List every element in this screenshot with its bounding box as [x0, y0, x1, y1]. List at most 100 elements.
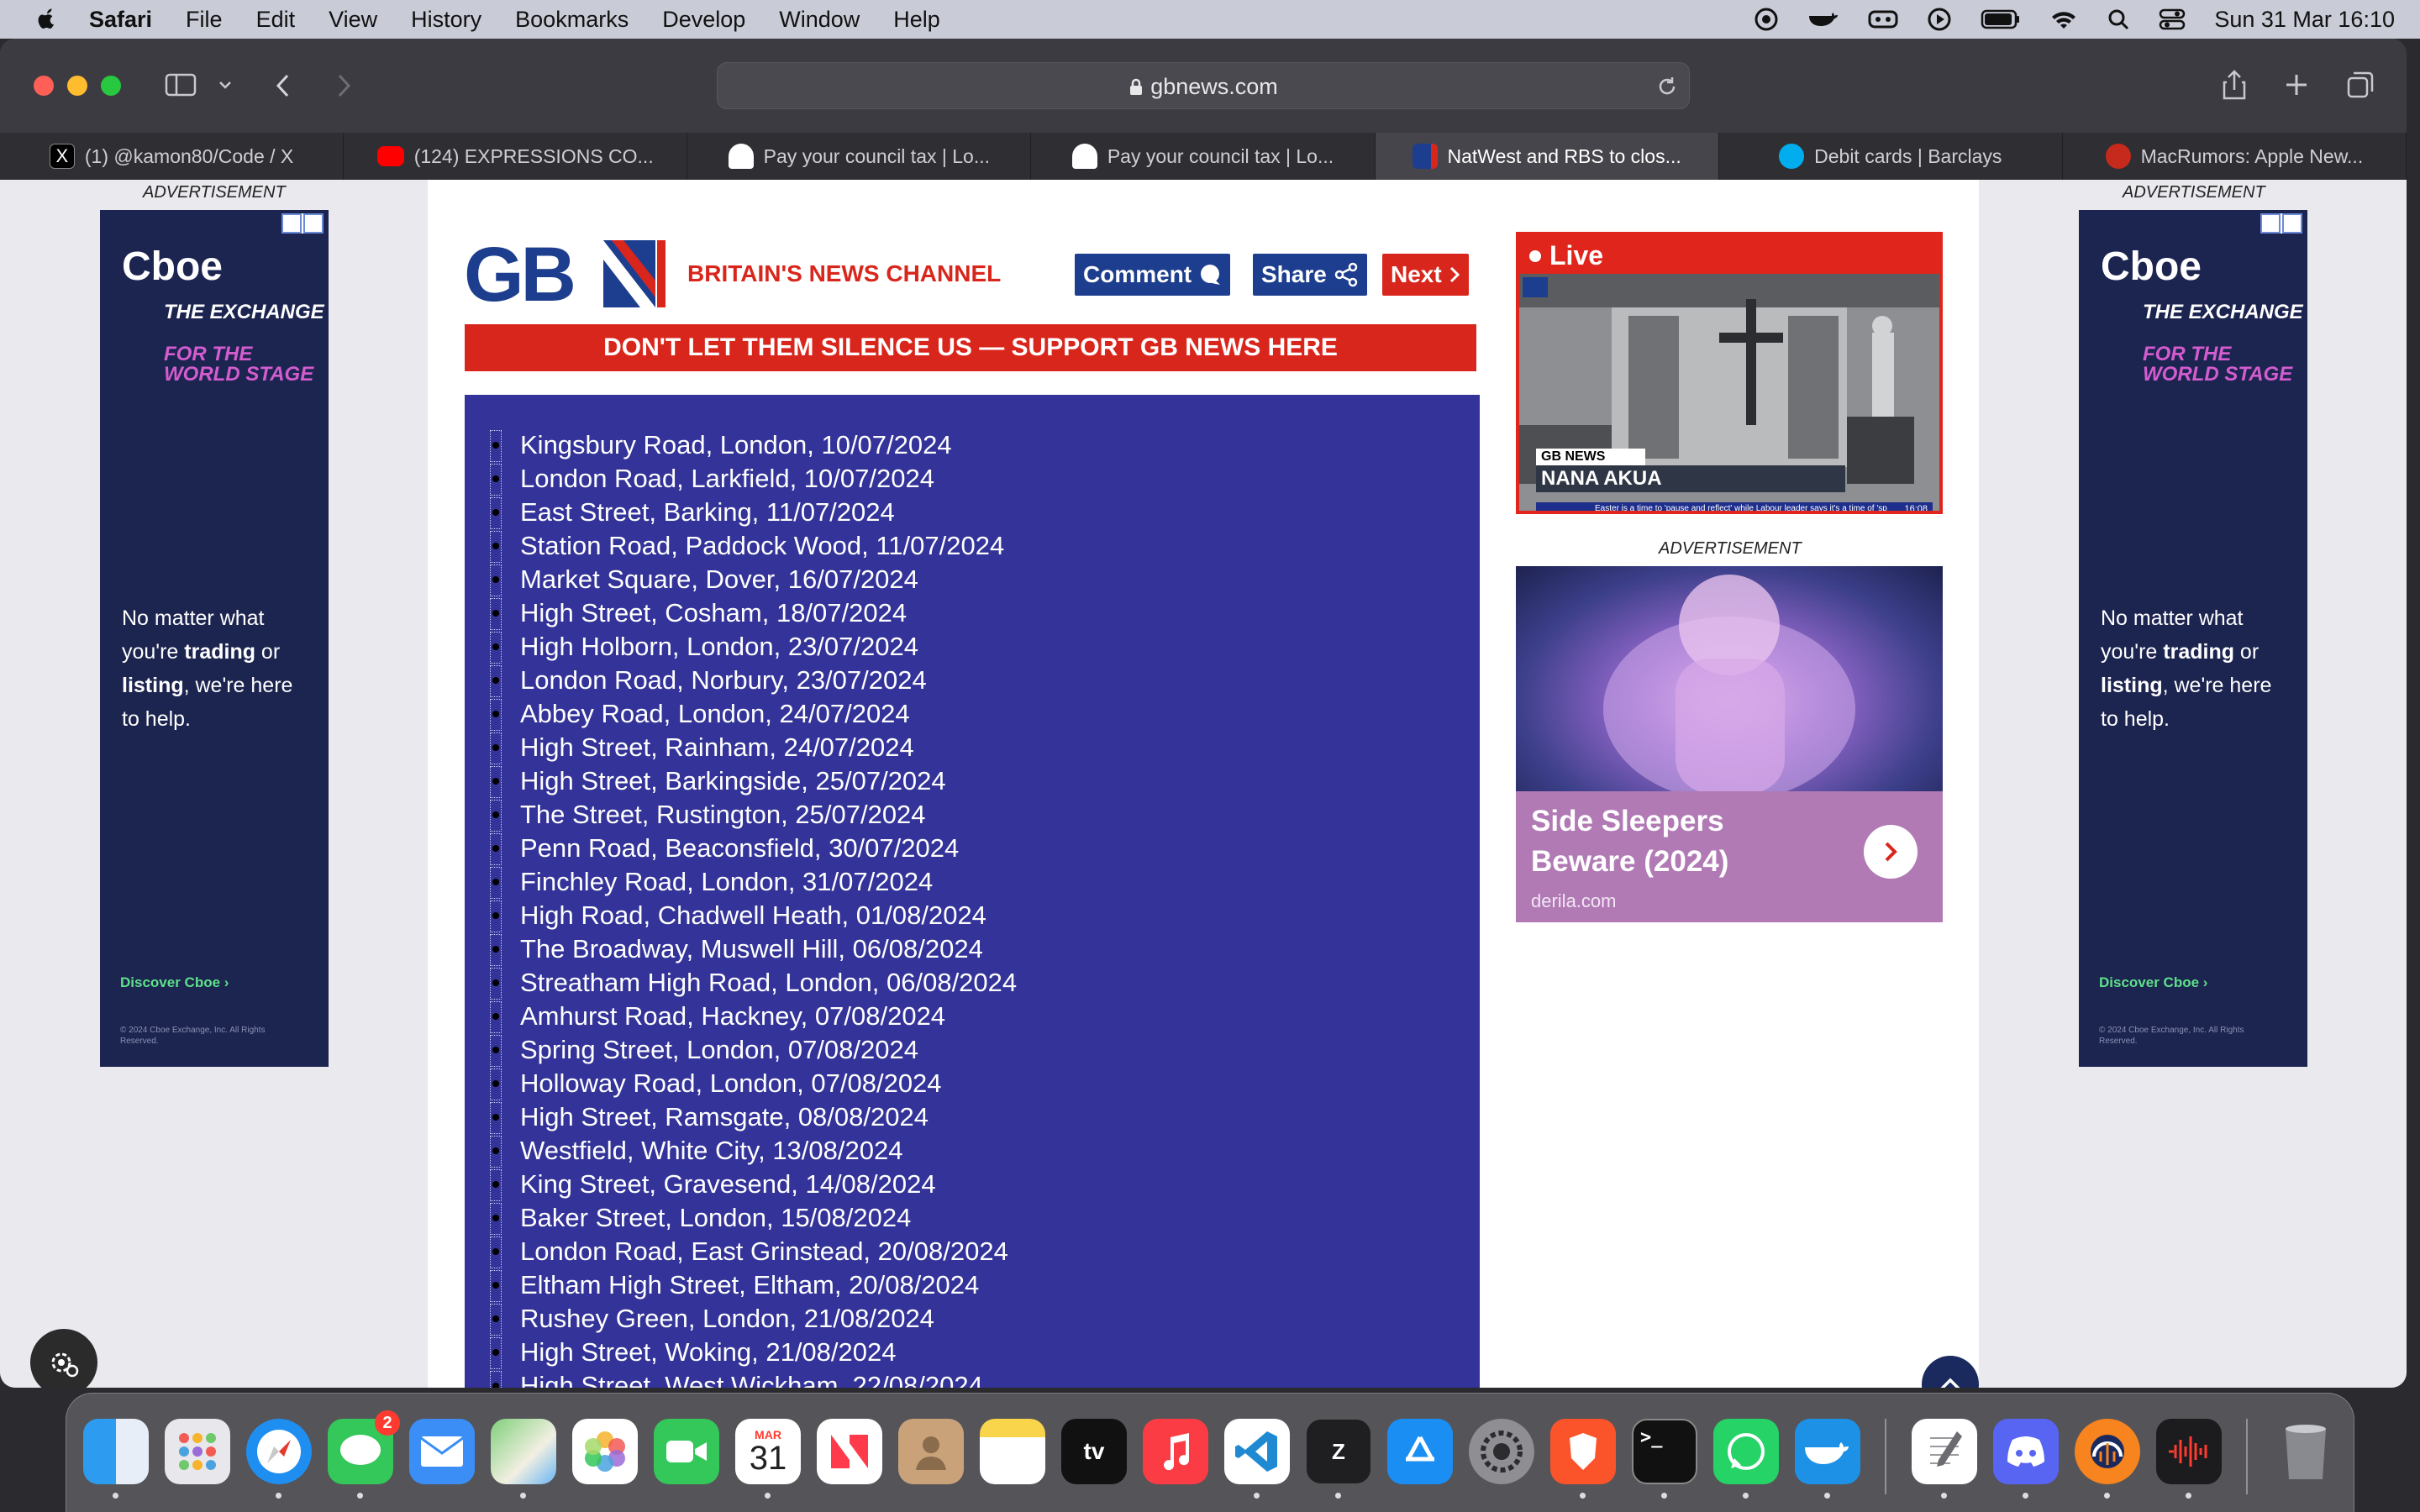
cboe-body-text: No matter what you're trading or listing… [122, 606, 293, 731]
facetime-icon[interactable] [654, 1419, 719, 1484]
chevron-down-icon[interactable] [218, 79, 232, 91]
tab-youtube[interactable]: (124) EXPRESSIONS CO... [344, 133, 688, 180]
list-item: High Street, Cosham, 18/07/2024 [490, 596, 1017, 630]
live-label: Live [1549, 240, 1604, 270]
url-text: gbnews.com [1150, 74, 1278, 99]
maps-icon[interactable] [491, 1419, 556, 1484]
list-item: High Street, Woking, 21/08/2024 [490, 1336, 1017, 1369]
menu-view[interactable]: View [329, 7, 377, 33]
minimize-window-button[interactable] [67, 76, 87, 96]
menu-window[interactable]: Window [779, 7, 860, 33]
music-icon[interactable] [1143, 1419, 1208, 1484]
next-button[interactable]: Next [1381, 252, 1470, 297]
menu-help[interactable]: Help [893, 7, 940, 33]
ad-arrow-button[interactable] [1864, 825, 1918, 879]
play-menu-icon[interactable] [1927, 7, 1952, 32]
live-ticker: Easter is a time to 'pause and reflect' … [1536, 502, 1933, 511]
contacts-icon[interactable] [898, 1419, 964, 1484]
live-player[interactable]: Live GB NEWS NANA AKUA Easter is a time … [1516, 232, 1943, 514]
cboe-tagline-2: FOR THE WORLD STAGE [164, 343, 314, 386]
tab-council-tax-2[interactable]: Pay your council tax | Lo... [1031, 133, 1376, 180]
messages-icon[interactable]: 2 [328, 1410, 400, 1484]
whatsapp-icon[interactable] [1713, 1419, 1779, 1484]
comment-button[interactable]: Comment [1073, 252, 1233, 297]
voice-memos-icon[interactable] [2156, 1419, 2222, 1484]
share-toolbar-icon[interactable] [2222, 69, 2247, 101]
support-banner[interactable]: DON'T LET THEM SILENCE US — SUPPORT GB N… [465, 324, 1476, 371]
zoom-window-button[interactable] [101, 76, 121, 96]
cookie-settings-button[interactable] [30, 1329, 97, 1388]
list-item: Rushey Green, London, 21/08/2024 [490, 1302, 1017, 1336]
tab-x[interactable]: X (1) @kamon80/Code / X [0, 133, 345, 180]
discover-cboe-link[interactable]: Discover Cboe › [120, 974, 229, 991]
battery-icon[interactable] [1981, 8, 2021, 30]
spotlight-search-icon[interactable] [2107, 8, 2130, 31]
apple-tv-icon[interactable]: tv [1061, 1419, 1127, 1484]
vscode-icon[interactable] [1224, 1419, 1290, 1484]
zed-icon[interactable]: Z [1306, 1419, 1371, 1484]
list-item: The Broadway, Muswell Hill, 06/08/2024 [490, 932, 1017, 966]
tab-barclays[interactable]: Debit cards | Barclays [1719, 133, 2063, 180]
status-circle-icon[interactable] [1754, 7, 1779, 32]
side-sleepers-ad[interactable]: Side Sleepers Beware (2024) derila.com [1516, 566, 1943, 922]
docker-menu-icon[interactable] [1807, 7, 1839, 32]
gbnews-logo[interactable]: GB [464, 239, 666, 309]
tab-label: Pay your council tax | Lo... [1107, 144, 1334, 167]
system-settings-icon[interactable] [1469, 1419, 1534, 1484]
menu-develop[interactable]: Develop [662, 7, 745, 33]
menu-bookmarks[interactable]: Bookmarks [515, 7, 629, 33]
cboe-ad-right[interactable]: Cboe THE EXCHANGE FOR THE WORLD STAGE No… [2079, 210, 2307, 1067]
list-item: Market Square, Dover, 16/07/2024 [490, 563, 1017, 596]
terminal-icon[interactable]: >_ [1632, 1419, 1697, 1484]
forward-icon[interactable] [334, 72, 353, 99]
calendar-icon[interactable]: MAR 31 [735, 1419, 801, 1484]
control-center-icon[interactable] [2159, 8, 2186, 31]
mail-icon[interactable] [409, 1419, 475, 1484]
safari-icon[interactable] [246, 1419, 312, 1484]
ad-choices-icon[interactable] [281, 213, 324, 234]
controller-menu-icon[interactable] [1868, 7, 1898, 32]
cboe-ad-left[interactable]: Cboe THE EXCHANGE FOR THE WORLD STAGE No… [100, 210, 329, 1067]
list-item: King Street, Gravesend, 14/08/2024 [490, 1168, 1017, 1201]
menu-history[interactable]: History [411, 7, 481, 33]
list-item: High Street, Rainham, 24/07/2024 [490, 731, 1017, 764]
docker-icon[interactable] [1795, 1419, 1860, 1484]
discord-icon[interactable] [1993, 1419, 2059, 1484]
cboe-legal: © 2024 Cboe Exchange, Inc. All Rights Re… [120, 1026, 266, 1046]
news-icon[interactable] [817, 1419, 882, 1484]
close-window-button[interactable] [34, 76, 54, 96]
sidebar-toggle-icon[interactable] [165, 72, 197, 97]
menu-file[interactable]: File [186, 7, 223, 33]
menu-edit[interactable]: Edit [256, 7, 296, 33]
tab-bar: X (1) @kamon80/Code / X (124) EXPRESSIONS… [0, 133, 2407, 180]
notes-icon[interactable] [980, 1419, 1045, 1484]
tab-macrumors[interactable]: MacRumors: Apple New... [2063, 133, 2407, 180]
live-video-frame[interactable]: GB NEWS NANA AKUA Easter is a time to 'p… [1519, 274, 1939, 511]
trash-icon[interactable] [2273, 1419, 2338, 1484]
address-bar[interactable]: gbnews.com [717, 62, 1690, 109]
tab-council-tax-1[interactable]: Pay your council tax | Lo... [687, 133, 1032, 180]
share-button[interactable]: Share [1251, 252, 1369, 297]
launchpad-icon[interactable] [165, 1419, 230, 1484]
tab-overview-icon[interactable] [2346, 71, 2375, 99]
tab-label: (124) EXPRESSIONS CO... [413, 144, 654, 167]
brave-icon[interactable] [1550, 1419, 1616, 1484]
photos-icon[interactable] [572, 1419, 638, 1484]
back-icon[interactable] [274, 72, 292, 99]
new-tab-icon[interactable] [2284, 72, 2309, 97]
tab-gbnews[interactable]: NatWest and RBS to clos... [1375, 133, 1719, 180]
reload-icon[interactable] [1655, 75, 1679, 98]
cboe-logo: Cboe [2101, 244, 2202, 289]
app-store-icon[interactable] [1387, 1419, 1453, 1484]
branch-closure-list: Kingsbury Road, London, 10/07/2024 London… [490, 428, 1017, 1388]
discover-cboe-link[interactable]: Discover Cboe › [2099, 974, 2207, 991]
menu-app-name[interactable]: Safari [89, 7, 152, 33]
apple-icon[interactable] [34, 7, 59, 32]
audacity-icon[interactable] [2075, 1419, 2140, 1484]
wifi-icon[interactable] [2049, 8, 2078, 31]
ad-headline[interactable]: Side Sleepers Beware (2024) [1531, 801, 1833, 882]
finder-icon[interactable] [83, 1419, 149, 1484]
menu-clock[interactable]: Sun 31 Mar 16:10 [2214, 7, 2395, 33]
textedit-icon[interactable] [1912, 1419, 1977, 1484]
ad-choices-icon[interactable] [2260, 213, 2302, 234]
